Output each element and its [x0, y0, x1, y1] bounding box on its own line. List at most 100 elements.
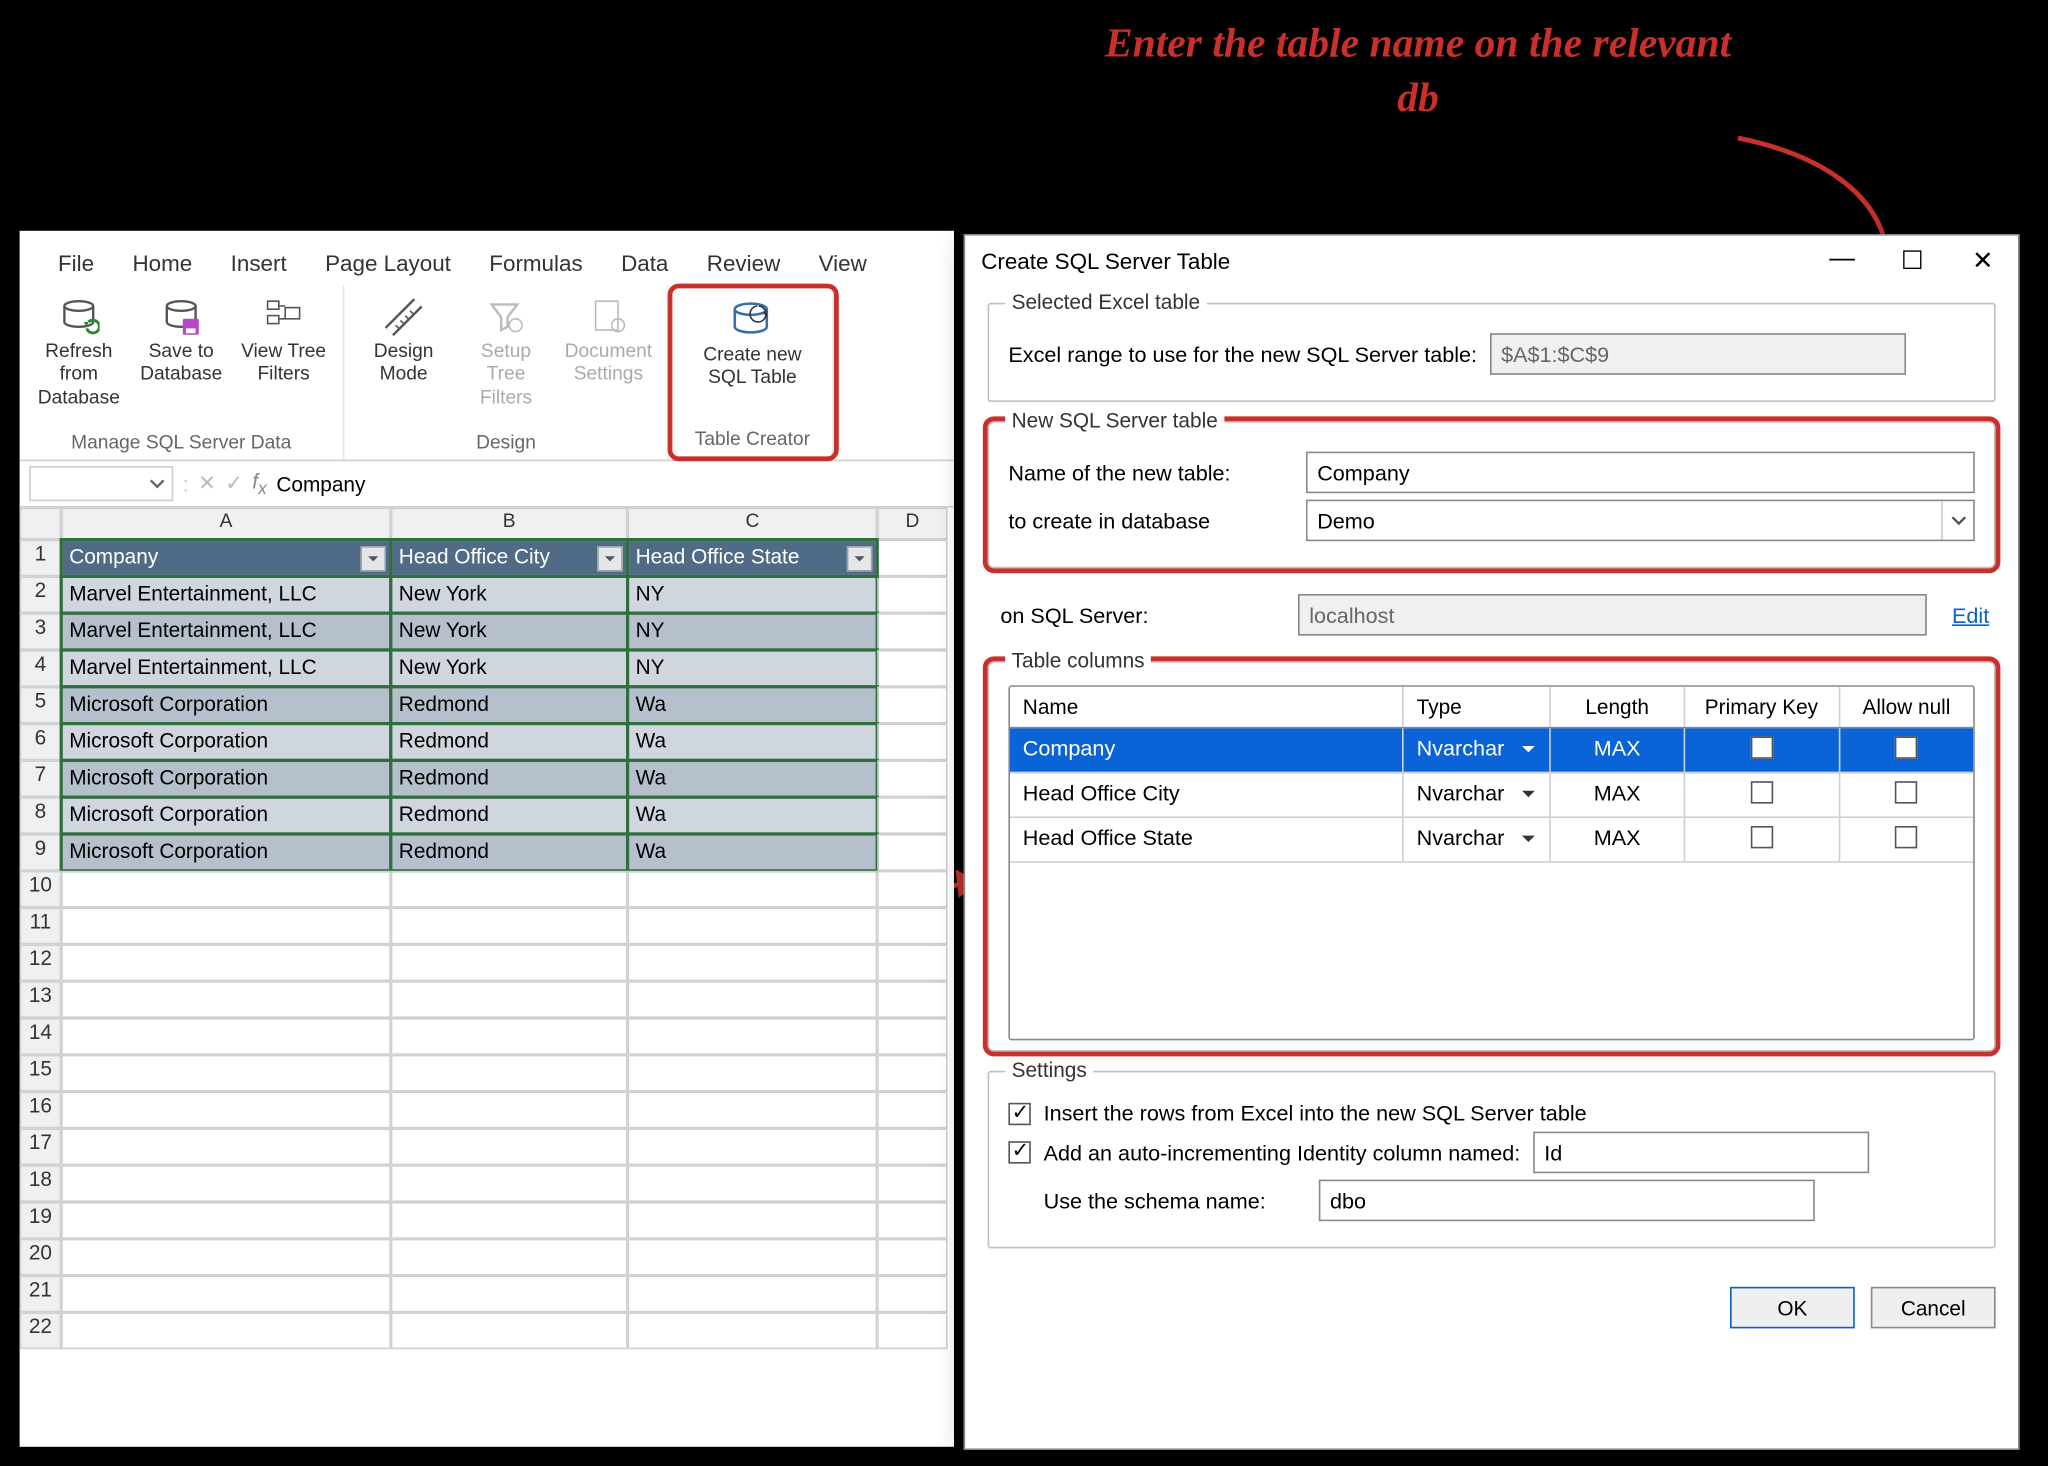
- cell[interactable]: Redmond: [391, 724, 628, 761]
- row-header[interactable]: 17: [20, 1128, 62, 1165]
- insert-rows-checkbox[interactable]: [1008, 1102, 1030, 1124]
- table-header-cell[interactable]: Company: [61, 540, 391, 577]
- col-header[interactable]: A: [61, 508, 391, 540]
- cell[interactable]: [877, 724, 947, 761]
- cell[interactable]: Redmond: [391, 687, 628, 724]
- cell[interactable]: [877, 1128, 947, 1165]
- column-name-cell[interactable]: Head Office State: [1010, 818, 1404, 861]
- tab-home[interactable]: Home: [113, 240, 211, 285]
- column-type-cell[interactable]: Nvarchar: [1404, 773, 1551, 816]
- cell[interactable]: Microsoft Corporation: [61, 797, 391, 834]
- cell[interactable]: [628, 1312, 878, 1349]
- cell[interactable]: [61, 871, 391, 908]
- tab-view[interactable]: View: [799, 240, 886, 285]
- cell[interactable]: [877, 834, 947, 871]
- cell[interactable]: [628, 1202, 878, 1239]
- row-header[interactable]: 5: [20, 687, 62, 724]
- cell[interactable]: [391, 1128, 628, 1165]
- pk-checkbox[interactable]: [1750, 781, 1772, 803]
- cell[interactable]: [61, 1018, 391, 1055]
- cell[interactable]: NY: [628, 576, 878, 613]
- column-type-cell[interactable]: Nvarchar: [1404, 728, 1551, 771]
- cell[interactable]: NY: [628, 650, 878, 687]
- column-length-cell[interactable]: MAX: [1551, 728, 1685, 771]
- refresh-from-database-button[interactable]: Refresh from Database: [29, 292, 128, 412]
- cell[interactable]: [877, 1092, 947, 1129]
- database-input[interactable]: [1308, 504, 1942, 538]
- cell[interactable]: [391, 944, 628, 981]
- row-header[interactable]: 1: [20, 540, 62, 577]
- cell[interactable]: [628, 944, 878, 981]
- cell[interactable]: [391, 908, 628, 945]
- tab-data[interactable]: Data: [602, 240, 688, 285]
- cell[interactable]: [391, 1276, 628, 1313]
- maximize-button[interactable]: ☐: [1893, 245, 1931, 277]
- cell[interactable]: [877, 540, 947, 577]
- cell[interactable]: [628, 1239, 878, 1276]
- save-to-database-button[interactable]: Save to Database: [132, 292, 231, 389]
- cell[interactable]: [391, 1239, 628, 1276]
- row-header[interactable]: 6: [20, 724, 62, 761]
- cell[interactable]: [61, 908, 391, 945]
- row-header[interactable]: 9: [20, 834, 62, 871]
- cell[interactable]: Redmond: [391, 797, 628, 834]
- cell[interactable]: [391, 1092, 628, 1129]
- cell[interactable]: New York: [391, 576, 628, 613]
- pk-checkbox[interactable]: [1750, 736, 1772, 758]
- cell[interactable]: NY: [628, 613, 878, 650]
- cell[interactable]: [61, 1239, 391, 1276]
- cell[interactable]: Wa: [628, 687, 878, 724]
- ok-button[interactable]: OK: [1730, 1287, 1855, 1329]
- cell[interactable]: [391, 1202, 628, 1239]
- cell[interactable]: [877, 576, 947, 613]
- cell[interactable]: [391, 1018, 628, 1055]
- identity-input[interactable]: [1533, 1132, 1869, 1174]
- col-header[interactable]: B: [391, 508, 628, 540]
- row-header[interactable]: 12: [20, 944, 62, 981]
- cell[interactable]: [877, 613, 947, 650]
- column-null-cell[interactable]: [1840, 773, 1973, 816]
- cell[interactable]: [61, 1312, 391, 1349]
- null-checkbox[interactable]: [1895, 826, 1917, 848]
- row-header[interactable]: 3: [20, 613, 62, 650]
- row-header[interactable]: 19: [20, 1202, 62, 1239]
- cell[interactable]: [391, 1055, 628, 1092]
- column-pk-cell[interactable]: [1685, 818, 1840, 861]
- null-checkbox[interactable]: [1895, 781, 1917, 803]
- cell[interactable]: [628, 981, 878, 1018]
- cell[interactable]: [61, 944, 391, 981]
- cell[interactable]: [877, 1055, 947, 1092]
- minimize-button[interactable]: —: [1823, 245, 1861, 277]
- pk-checkbox[interactable]: [1750, 826, 1772, 848]
- row-header[interactable]: 8: [20, 797, 62, 834]
- cell[interactable]: Marvel Entertainment, LLC: [61, 650, 391, 687]
- row-header[interactable]: 20: [20, 1239, 62, 1276]
- cell[interactable]: New York: [391, 650, 628, 687]
- row-header[interactable]: 16: [20, 1092, 62, 1129]
- cell[interactable]: [877, 650, 947, 687]
- column-length-cell[interactable]: MAX: [1551, 773, 1685, 816]
- row-header[interactable]: 11: [20, 908, 62, 945]
- col-header[interactable]: C: [628, 508, 878, 540]
- row-header[interactable]: 21: [20, 1276, 62, 1313]
- select-all-corner[interactable]: [20, 508, 62, 540]
- cell[interactable]: Redmond: [391, 834, 628, 871]
- cell[interactable]: [877, 1239, 947, 1276]
- close-button[interactable]: ✕: [1964, 245, 2002, 277]
- cell[interactable]: [628, 1055, 878, 1092]
- cell[interactable]: [877, 1018, 947, 1055]
- cell[interactable]: Wa: [628, 760, 878, 797]
- cell[interactable]: [877, 1202, 947, 1239]
- cell[interactable]: New York: [391, 613, 628, 650]
- row-header[interactable]: 2: [20, 576, 62, 613]
- column-row[interactable]: Head Office StateNvarcharMAX: [1010, 818, 1973, 863]
- cell[interactable]: [877, 981, 947, 1018]
- cell[interactable]: [628, 1165, 878, 1202]
- column-row[interactable]: Head Office CityNvarcharMAX: [1010, 773, 1973, 818]
- identity-checkbox[interactable]: [1008, 1141, 1030, 1163]
- col-header[interactable]: D: [877, 508, 947, 540]
- cancel-button[interactable]: Cancel: [1871, 1287, 1996, 1329]
- table-name-input[interactable]: [1306, 452, 1975, 494]
- accept-formula-icon[interactable]: ✓: [225, 471, 242, 497]
- cell[interactable]: Wa: [628, 797, 878, 834]
